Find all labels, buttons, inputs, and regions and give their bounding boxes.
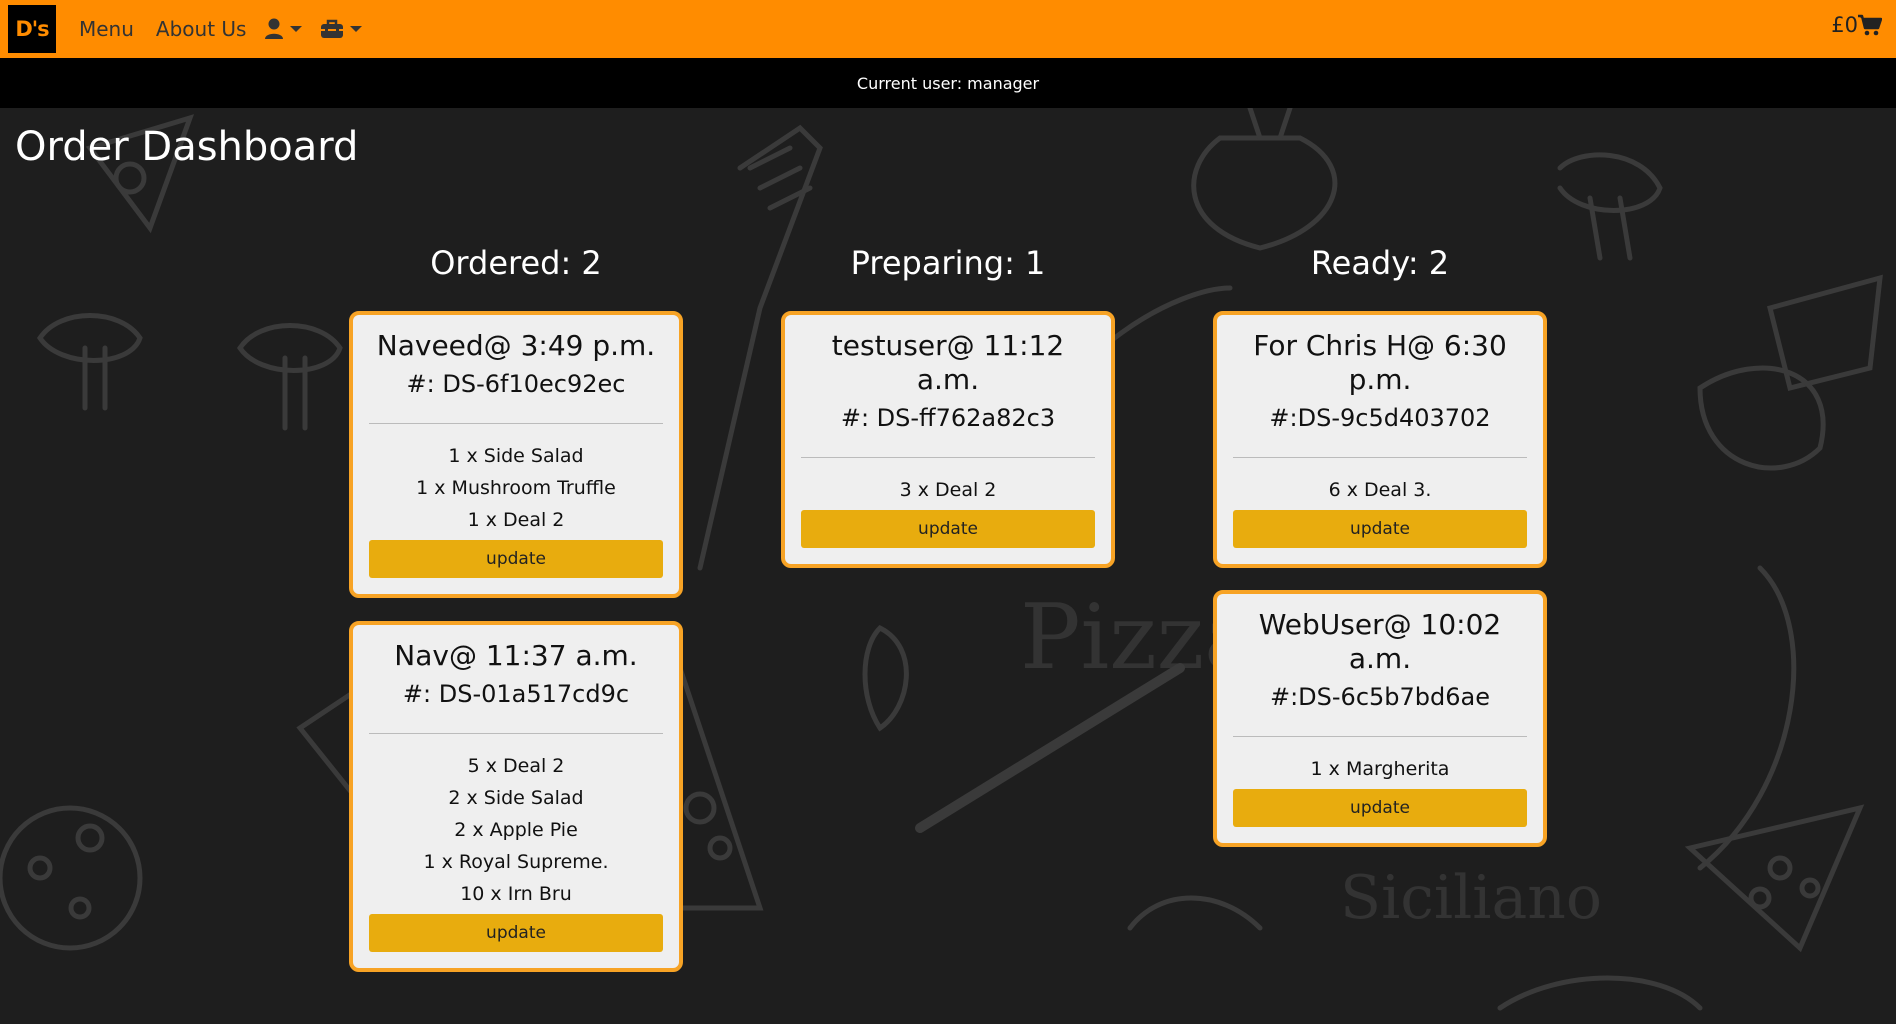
order-id: #: DS-01a517cd9c xyxy=(402,680,630,708)
order-card: For Chris H@ 6:30 p.m. #:DS-9c5d403702 6… xyxy=(1213,311,1547,568)
user-icon xyxy=(265,18,284,39)
chevron-down-icon xyxy=(290,26,303,32)
update-button[interactable]: update xyxy=(369,914,663,952)
order-item: 2 x Side Salad xyxy=(448,787,584,809)
order-item: 1 x Margherita xyxy=(1310,758,1450,780)
order-item: 1 x Deal 2 xyxy=(467,509,565,531)
divider xyxy=(1233,736,1527,737)
svg-text:Siciliano: Siciliano xyxy=(1340,863,1602,933)
divider xyxy=(1233,457,1527,458)
column-heading-ordered: Ordered: 2 xyxy=(430,244,602,282)
order-id: #:DS-6c5b7bd6ae xyxy=(1269,683,1491,711)
order-id: #: DS-6f10ec92ec xyxy=(406,370,626,398)
column-heading-ready: Ready: 2 xyxy=(1310,244,1450,282)
current-user-bar: Current user: manager xyxy=(0,58,1896,108)
order-id: #:DS-9c5d403702 xyxy=(1269,404,1491,432)
order-item: 1 x Royal Supreme. xyxy=(423,851,609,873)
divider xyxy=(369,423,663,424)
order-title: WebUser@ 10:02 a.m. xyxy=(1258,608,1502,675)
order-card: Nav@ 11:37 a.m. #: DS-01a517cd9c 5 x Dea… xyxy=(349,621,683,972)
nav-about-link[interactable]: About Us xyxy=(156,17,247,41)
order-item: 5 x Deal 2 xyxy=(467,755,565,777)
update-button[interactable]: update xyxy=(1233,789,1527,827)
user-dropdown[interactable] xyxy=(264,18,303,40)
column-heading-preparing: Preparing: 1 xyxy=(850,244,1046,282)
order-item: 1 x Side Salad xyxy=(448,445,584,467)
cart-icon xyxy=(1858,14,1882,36)
order-title: For Chris H@ 6:30 p.m. xyxy=(1253,329,1507,396)
page-title: Order Dashboard xyxy=(15,124,359,170)
cart-button[interactable]: £0 xyxy=(1831,13,1882,37)
order-item: 1 x Mushroom Truffle xyxy=(416,477,616,499)
nav-menu-link[interactable]: Menu xyxy=(79,17,134,41)
top-navbar: D's Menu About Us £0 xyxy=(0,0,1896,58)
divider xyxy=(369,733,663,734)
order-item: 2 x Apple Pie xyxy=(454,819,578,841)
update-button[interactable]: update xyxy=(1233,510,1527,548)
order-card: testuser@ 11:12 a.m. #: DS-ff762a82c3 3 … xyxy=(781,311,1115,568)
order-card: WebUser@ 10:02 a.m. #:DS-6c5b7bd6ae 1 x … xyxy=(1213,590,1547,847)
order-title: Naveed@ 3:49 p.m. xyxy=(376,329,656,362)
order-title: testuser@ 11:12 a.m. xyxy=(831,329,1065,396)
order-title: Nav@ 11:37 a.m. xyxy=(394,639,638,672)
order-item: 6 x Deal 3. xyxy=(1328,479,1432,501)
brand-logo[interactable]: D's xyxy=(8,5,56,53)
tools-dropdown[interactable] xyxy=(320,19,363,39)
order-card: Naveed@ 3:49 p.m. #: DS-6f10ec92ec 1 x S… xyxy=(349,311,683,598)
divider xyxy=(801,457,1095,458)
cart-total: £0 xyxy=(1831,13,1858,37)
update-button[interactable]: update xyxy=(801,510,1095,548)
chevron-down-icon xyxy=(350,26,363,32)
toolbox-icon xyxy=(321,19,344,38)
order-item: 10 x Irn Bru xyxy=(460,883,572,905)
update-button[interactable]: update xyxy=(369,540,663,578)
order-id: #: DS-ff762a82c3 xyxy=(840,404,1056,432)
order-item: 3 x Deal 2 xyxy=(899,479,997,501)
